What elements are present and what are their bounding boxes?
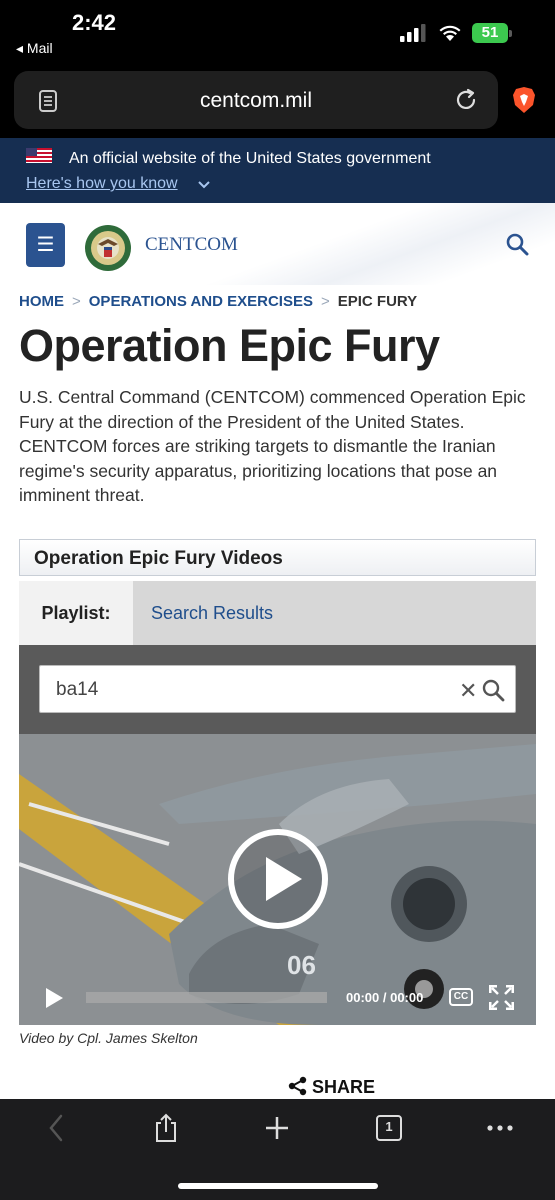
clock: 2:42 [72,10,117,35]
share-button[interactable]: SHARE [288,1076,375,1098]
back-to-mail-link[interactable]: ◂ Mail [16,40,53,57]
share-sheet-icon[interactable] [151,1113,181,1143]
wifi-icon [439,25,461,41]
tab-playlist[interactable]: Playlist: [19,581,133,645]
progress-bar[interactable] [86,992,327,1003]
video-time: 00:00 / 00:00 [346,990,424,1005]
breadcrumb-separator: > [72,293,81,310]
centcom-seal-logo[interactable] [84,224,132,272]
video-player[interactable]: 06 00:00 / 00:00 CC [19,734,536,1025]
fullscreen-icon[interactable] [489,985,514,1010]
video-search-input[interactable]: ba14 ✕ [39,665,516,713]
more-options-icon[interactable] [485,1113,515,1143]
gov-banner: An official website of the United States… [0,138,555,203]
how-you-know-link[interactable]: Here's how you know [26,175,178,193]
breadcrumb: HOME > OPERATIONS AND EXERCISES > EPIC FURY [19,293,417,310]
play-icon[interactable] [44,987,64,1009]
cellular-signal-icon [400,24,426,42]
videos-panel-heading: Operation Epic Fury Videos [19,539,536,576]
intro-paragraph: U.S. Central Command (CENTCOM) commenced… [19,387,526,505]
tabs-count: 1 [385,1119,393,1134]
gov-banner-text: An official website of the United States… [69,150,431,167]
chevron-down-icon[interactable] [198,180,210,190]
video-tabs: Playlist: Search Results [19,581,536,645]
site-name[interactable]: CENTCOM [145,234,238,256]
svg-text:06: 06 [287,950,316,980]
browser-address-area: centcom.mil [0,62,555,138]
breadcrumb-current: EPIC FURY [337,293,418,310]
tabs-button[interactable]: 1 [374,1113,404,1143]
url-text: centcom.mil [199,89,313,112]
site-header: ☰ CENTCOM [0,203,555,285]
new-tab-icon[interactable] [262,1113,292,1143]
breadcrumb-separator: > [320,293,330,310]
share-label: SHARE [312,1077,376,1097]
video-search-value: ba14 [56,679,99,700]
page-title: Operation Epic Fury [19,320,440,371]
brave-shields-icon[interactable] [512,86,536,114]
breadcrumb-home[interactable]: HOME [19,293,64,310]
home-indicator [178,1183,378,1189]
search-icon[interactable] [505,232,529,256]
play-button[interactable] [226,827,330,931]
video-caption: Video by Cpl. James Skelton [19,1030,198,1046]
share-icon [288,1076,307,1096]
captions-button[interactable]: CC [449,988,473,1006]
menu-button[interactable]: ☰ [26,223,65,267]
us-flag-icon [26,148,52,163]
search-icon[interactable] [481,678,505,702]
clear-search-icon[interactable]: ✕ [459,678,477,704]
back-arrow-icon[interactable] [42,1113,72,1143]
reload-icon[interactable] [454,88,478,112]
breadcrumb-operations[interactable]: OPERATIONS AND EXERCISES [89,293,313,310]
tab-search-results[interactable]: Search Results [151,581,273,645]
browser-toolbar: 1 [0,1099,555,1200]
address-bar[interactable]: centcom.mil [14,71,498,129]
battery-indicator: 51 [472,23,512,43]
status-bar: 2:42 ◂ Mail 51 [0,0,555,62]
video-search-strip: ba14 ✕ [19,645,536,734]
